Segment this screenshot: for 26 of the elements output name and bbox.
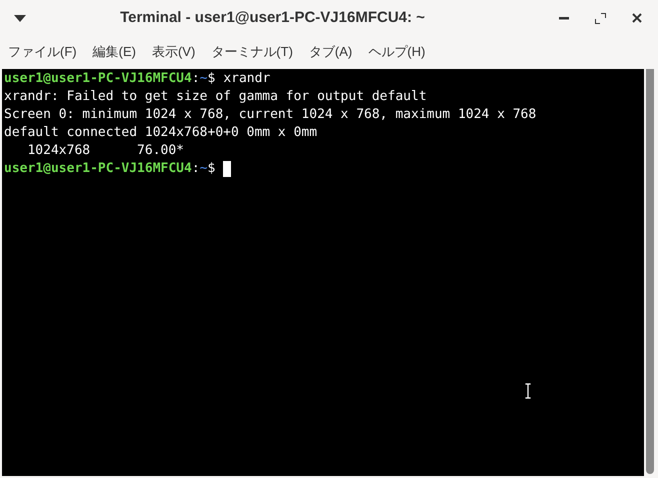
prompt-symbol: $ <box>208 160 216 178</box>
prompt-separator: : <box>192 160 200 178</box>
prompt-user-host: user1@user1-PC-VJ16MFCU4 <box>4 160 192 178</box>
output-line: 1024x768 76.00* <box>26 142 184 160</box>
minimize-icon[interactable] <box>559 16 569 20</box>
prompt-user-host: user1@user1-PC-VJ16MFCU4 <box>4 70 192 88</box>
prompt-separator: : <box>192 70 200 88</box>
prompt-path: ~ <box>200 70 208 88</box>
window-title: Terminal - user1@user1-PC-VJ16MFCU4: ~ <box>120 8 425 28</box>
output-line: Screen 0: minimum 1024 x 768, current 1024 x 768, maximum 1024 x 768 <box>4 106 536 124</box>
menu-item[interactable]: タブ(A) <box>308 42 352 62</box>
menu-item[interactable]: 表示(V) <box>152 42 196 62</box>
menu-item[interactable]: ターミナル(T) <box>211 42 293 62</box>
menu-item[interactable]: 編集(E) <box>92 42 136 62</box>
command-text: xrandr <box>223 70 270 88</box>
menu-item[interactable]: ファイル(F) <box>8 42 77 62</box>
window-menu-caret-icon[interactable] <box>14 14 26 22</box>
maximize-icon[interactable] <box>595 12 606 24</box>
output-line: default connected 1024x768+0+0 0mm x 0mm <box>4 124 318 142</box>
terminal-pane[interactable] <box>2 69 656 476</box>
prompt-symbol: $ <box>208 70 216 88</box>
ibeam-cursor-icon <box>524 382 532 400</box>
close-icon[interactable] <box>632 13 642 23</box>
prompt-path: ~ <box>200 160 208 178</box>
output-line: xrandr: Failed to get size of gamma for output default <box>4 88 427 106</box>
menu-item[interactable]: ヘルプ(H) <box>368 42 426 62</box>
